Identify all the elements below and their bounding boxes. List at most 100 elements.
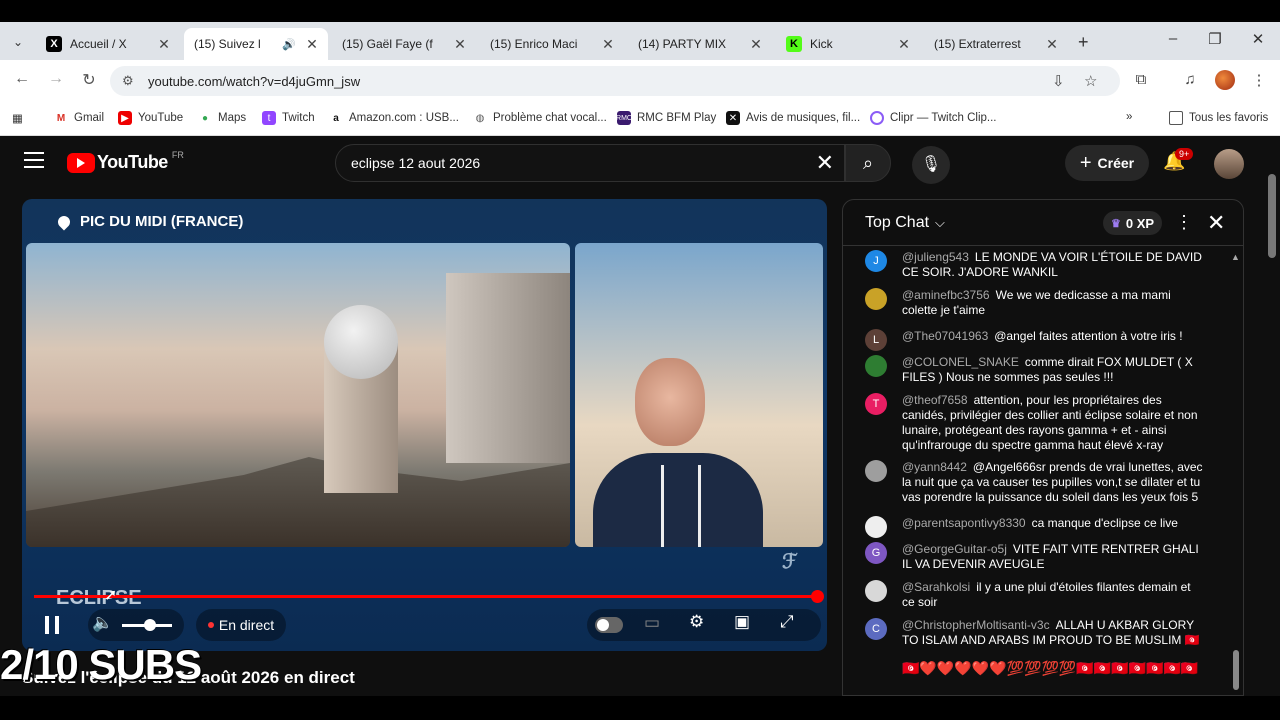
- chat-author[interactable]: @parentsapontivy8330: [902, 516, 1026, 530]
- tab-youtube[interactable]: (14) PARTY MIX ✕: [628, 28, 772, 158]
- avatar[interactable]: J: [865, 250, 887, 272]
- clear-search-icon[interactable]: ✕: [816, 150, 834, 176]
- tab-youtube[interactable]: (15) Enrico Maci ✕: [480, 28, 624, 158]
- close-icon[interactable]: ✕: [154, 36, 174, 53]
- chat-emoji-line: 🇹🇳❤️❤️❤️❤️❤️💯💯💯💯🇹🇳🇹🇳🇹🇳🇹🇳🇹🇳🇹🇳🇹🇳: [902, 660, 1199, 676]
- bookmark-gmail[interactable]: M Gmail: [54, 111, 104, 125]
- progress-scrubber[interactable]: [811, 590, 824, 603]
- progress-bar[interactable]: [34, 590, 824, 603]
- hamburger-menu-icon[interactable]: [24, 152, 44, 173]
- install-app-icon[interactable]: ⇩: [1052, 72, 1065, 90]
- create-button[interactable]: + Créer: [1065, 145, 1149, 181]
- chat-author[interactable]: @theof7658: [902, 393, 968, 407]
- observatory-video-feed: [26, 243, 570, 547]
- new-tab-button[interactable]: +: [1078, 32, 1089, 53]
- search-box[interactable]: eclipse 12 aout 2026 ✕: [335, 144, 845, 182]
- more-options-icon[interactable]: ⋮: [1175, 212, 1193, 233]
- tab-youtube-active[interactable]: (15) Suivez l 🔊 ✕: [184, 28, 328, 158]
- avatar[interactable]: [865, 460, 887, 482]
- volume-knob[interactable]: [144, 619, 156, 631]
- avatar[interactable]: [865, 355, 887, 377]
- close-icon[interactable]: ✕: [1042, 36, 1062, 53]
- avatar[interactable]: [865, 580, 887, 602]
- chat-author[interactable]: @aminefbc3756: [902, 288, 990, 302]
- chat-message: @parentsapontivy8330 ca manque d'eclipse …: [865, 516, 1205, 538]
- fullscreen-icon[interactable]: ⤢: [780, 612, 794, 632]
- all-bookmarks-folder[interactable]: Tous les favoris: [1169, 111, 1268, 125]
- account-avatar[interactable]: [1214, 149, 1244, 179]
- tab-youtube[interactable]: (15) Gaël Faye (f ✕: [332, 28, 476, 158]
- address-bar[interactable]: ⚙ youtube.com/watch?v=d4juGmn_jsw ⇩ ☆: [110, 66, 1120, 96]
- back-button[interactable]: ←: [10, 70, 34, 88]
- tab-youtube[interactable]: (15) Extraterrest ✕: [924, 28, 1068, 158]
- bookmark-avis-musiques[interactable]: ✕ Avis de musiques, fil...: [726, 111, 860, 125]
- close-icon[interactable]: ✕: [598, 36, 618, 53]
- site-info-icon[interactable]: ⚙: [122, 73, 134, 89]
- search-button[interactable]: ⌕: [845, 144, 891, 182]
- theater-mode-icon[interactable]: ▣: [734, 612, 750, 632]
- close-icon[interactable]: ✕: [746, 36, 766, 53]
- bookmark-amazon[interactable]: a Amazon.com : USB...: [329, 111, 459, 125]
- tab-kick[interactable]: K Kick ✕: [776, 28, 920, 60]
- chat-author[interactable]: @COLONEL_SNAKE: [902, 355, 1019, 369]
- xp-badge[interactable]: ♛ 0 XP: [1103, 211, 1163, 235]
- bookmark-maps[interactable]: ● Maps: [198, 111, 246, 125]
- search-input[interactable]: eclipse 12 aout 2026: [351, 155, 480, 171]
- folder-icon: [1169, 111, 1183, 125]
- chat-message: @Sarahkolsi il y a une plui d'étoiles fil…: [865, 580, 1205, 610]
- bookmark-label: Twitch: [282, 112, 315, 124]
- chat-author[interactable]: @The07041963: [902, 329, 988, 343]
- pause-button[interactable]: [45, 616, 59, 634]
- youtube-logo[interactable]: YouTube FR: [67, 150, 184, 173]
- avatar[interactable]: L: [865, 329, 887, 351]
- bookmark-chat-vocal[interactable]: ◍ Problème chat vocal...: [473, 111, 607, 125]
- volume-icon[interactable]: 🔈: [92, 613, 113, 633]
- avatar[interactable]: T: [865, 393, 887, 415]
- close-icon[interactable]: ✕: [450, 36, 470, 53]
- location-text: PIC DU MIDI (FRANCE): [80, 213, 244, 230]
- voice-search-icon[interactable]: 🎙: [912, 146, 950, 184]
- video-player[interactable]: PIC DU MIDI (FRANCE) ℱ ECLIPSE ➚ 🔈 En di…: [22, 199, 827, 651]
- close-icon[interactable]: ✕: [302, 36, 322, 53]
- profile-avatar[interactable]: [1215, 70, 1235, 90]
- chat-author[interactable]: @GeorgeGuitar-o5j: [902, 542, 1007, 556]
- forward-button[interactable]: →: [44, 70, 68, 88]
- avatar[interactable]: C: [865, 618, 887, 640]
- bookmark-twitch[interactable]: t Twitch: [262, 111, 315, 125]
- avatar[interactable]: [865, 516, 887, 538]
- bookmark-youtube[interactable]: ▶ YouTube: [118, 111, 183, 125]
- chat-author[interactable]: @ChristopherMoltisanti-v3c: [902, 618, 1050, 632]
- avatar[interactable]: G: [865, 542, 887, 564]
- chat-scrollbar[interactable]: [1233, 650, 1239, 690]
- tab-x[interactable]: X Accueil / X ✕: [36, 28, 180, 60]
- close-chat-icon[interactable]: ✕: [1207, 210, 1225, 236]
- bookmark-label: Tous les favoris: [1189, 112, 1269, 124]
- bookmarks-overflow-button[interactable]: »: [1126, 111, 1132, 123]
- chat-author[interactable]: @yann8442: [902, 460, 967, 474]
- chrome-menu-icon[interactable]: ⋮: [1248, 71, 1270, 89]
- window-close-button[interactable]: ✕: [1243, 30, 1273, 48]
- speaker-icon[interactable]: 🔊: [282, 38, 296, 51]
- chat-mode-dropdown[interactable]: Top Chat: [865, 214, 945, 232]
- page-scrollbar[interactable]: [1268, 174, 1276, 258]
- restore-button[interactable]: ❐: [1200, 30, 1230, 48]
- bookmark-star-icon[interactable]: ☆: [1084, 72, 1097, 90]
- chat-scroll-up-icon[interactable]: ▲: [1231, 252, 1240, 262]
- close-icon[interactable]: ✕: [894, 36, 914, 53]
- bookmark-rmc[interactable]: RMC RMC BFM Play: [616, 111, 716, 125]
- bookmark-clipr[interactable]: Clipr — Twitch Clip...: [870, 111, 997, 125]
- media-control-icon[interactable]: ♫: [1179, 71, 1201, 88]
- chat-author[interactable]: @julieng543: [902, 250, 969, 264]
- url-text[interactable]: youtube.com/watch?v=d4juGmn_jsw: [148, 74, 360, 89]
- tab-search-button[interactable]: ⌄: [6, 31, 30, 53]
- live-badge[interactable]: En direct: [196, 609, 286, 641]
- settings-gear-icon[interactable]: ⚙: [689, 612, 704, 632]
- minimize-button[interactable]: –: [1158, 30, 1188, 47]
- apps-icon[interactable]: ▦: [12, 111, 23, 125]
- extensions-icon[interactable]: ⧉: [1130, 71, 1152, 88]
- autoplay-toggle[interactable]: [595, 617, 623, 633]
- avatar[interactable]: [865, 288, 887, 310]
- chat-author[interactable]: @Sarahkolsi: [902, 580, 970, 594]
- reload-button[interactable]: ↻: [77, 70, 101, 90]
- subtitles-icon[interactable]: ▭: [644, 613, 660, 633]
